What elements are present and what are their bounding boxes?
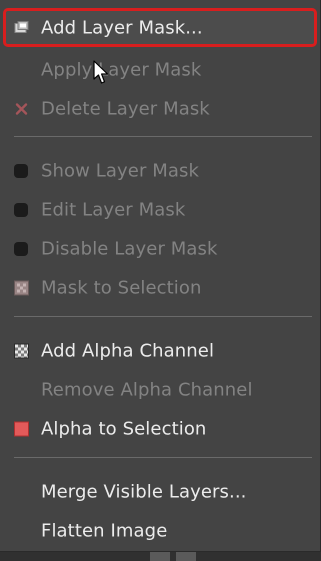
dot-icon: [14, 241, 28, 256]
alpha-selection-icon: [14, 421, 29, 436]
menu-item-delete-layer-mask[interactable]: Delete Layer Mask: [3, 89, 317, 128]
menu-item-add-layer-mask[interactable]: Add Layer Mask...: [3, 8, 317, 47]
menu-item-label: Delete Layer Mask: [41, 98, 210, 119]
layer-mask-icon: [14, 20, 29, 35]
menu-separator: [14, 136, 312, 137]
menu-item-flatten-image[interactable]: Flatten Image: [3, 511, 317, 550]
menu-item-label: Show Layer Mask: [41, 160, 200, 181]
menu-item-label: Remove Alpha Channel: [41, 379, 253, 400]
menu-item-label: Mask to Selection: [41, 277, 202, 298]
menu-item-label: Flatten Image: [41, 520, 168, 541]
mask-selection-icon: [14, 280, 29, 295]
menu-item-alpha-to-selection[interactable]: Alpha to Selection: [3, 409, 317, 448]
menu-item-label: Merge Visible Layers...: [41, 481, 247, 502]
menu-item-label: Edit Layer Mask: [41, 199, 186, 220]
menu-item-apply-layer-mask[interactable]: Apply Layer Mask: [3, 50, 317, 89]
menu-item-edit-layer-mask[interactable]: Edit Layer Mask: [3, 190, 317, 229]
menu-separator: [14, 457, 312, 458]
menu-separator: [14, 316, 312, 317]
dot-icon: [14, 163, 28, 178]
menu-item-merge-visible-layers[interactable]: Merge Visible Layers...: [3, 472, 317, 511]
menu-item-disable-layer-mask[interactable]: Disable Layer Mask: [3, 229, 317, 268]
menu-item-label: Add Alpha Channel: [41, 340, 215, 361]
menu-item-remove-alpha-channel[interactable]: Remove Alpha Channel: [3, 370, 317, 409]
menu-item-label: Add Layer Mask...: [41, 17, 203, 38]
checkerboard-icon: [14, 343, 29, 358]
delete-x-icon: [14, 101, 29, 116]
dot-icon: [14, 202, 28, 217]
layer-menu: Add Layer Mask... Apply Layer Mask Delet…: [0, 0, 321, 552]
menu-item-label: Apply Layer Mask: [41, 59, 202, 80]
menu-item-label: Alpha to Selection: [41, 418, 207, 439]
menu-item-add-alpha-channel[interactable]: Add Alpha Channel: [3, 331, 317, 370]
menu-item-mask-to-selection[interactable]: Mask to Selection: [3, 268, 317, 307]
menu-item-show-layer-mask[interactable]: Show Layer Mask: [3, 151, 317, 190]
menu-item-label: Disable Layer Mask: [41, 238, 218, 259]
mouse-pointer-icon: [93, 60, 109, 84]
